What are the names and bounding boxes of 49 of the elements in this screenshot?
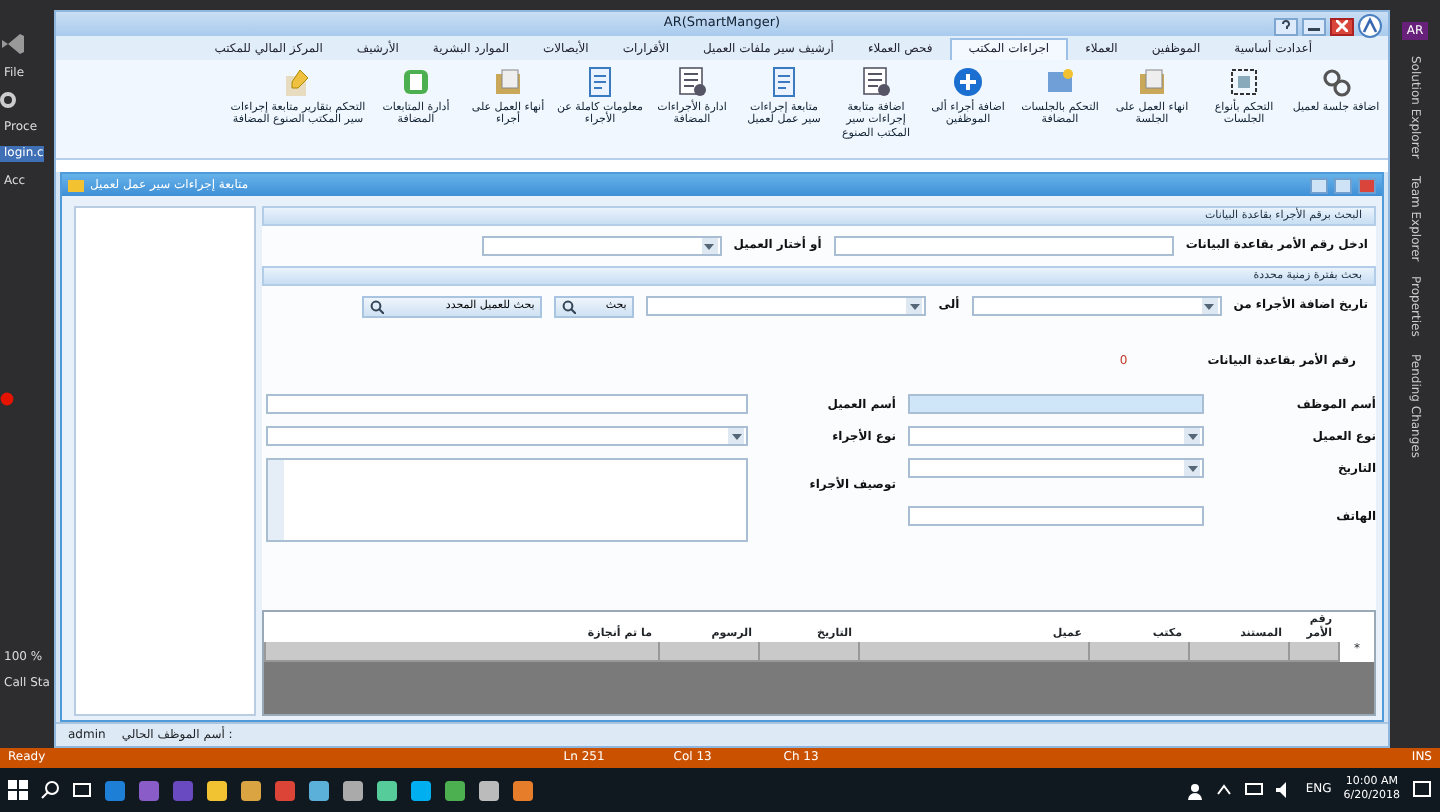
help-icon (1280, 20, 1292, 32)
minimize-button[interactable] (1302, 17, 1326, 35)
pencil-icon (282, 66, 314, 98)
caret-icon[interactable] (1215, 784, 1232, 796)
folder-icon (68, 178, 84, 192)
document-icon (584, 66, 616, 98)
app-icon[interactable] (342, 779, 364, 801)
search-icon[interactable] (40, 780, 60, 800)
frame-icon (1228, 66, 1260, 98)
app-icon[interactable] (478, 779, 500, 801)
dropdown-arrow-icon (909, 303, 920, 309)
dropdown-arrow-icon (731, 433, 741, 440)
app-icon[interactable] (444, 779, 466, 801)
app-icon[interactable] (512, 779, 534, 801)
dropdown-arrow-icon (704, 243, 715, 249)
input-field[interactable] (908, 394, 1204, 415)
plus-icon (952, 66, 984, 98)
list-icon (860, 66, 892, 98)
link-icon (1320, 66, 1352, 98)
dropdown-arrow-icon (1204, 303, 1215, 309)
document-icon (768, 66, 800, 98)
logo-icon (1358, 14, 1382, 38)
breakpoint-icon (0, 391, 14, 406)
app-icon[interactable] (410, 779, 432, 801)
search-icon (562, 299, 577, 313)
dropdown-arrow-icon (1187, 433, 1197, 440)
app-icon[interactable] (104, 779, 126, 801)
close-icon (1336, 20, 1348, 32)
input-field[interactable] (908, 506, 1204, 527)
close-button[interactable] (1330, 17, 1354, 35)
app-icon[interactable] (240, 779, 262, 801)
task-view-icon[interactable] (72, 780, 92, 800)
list-icon (676, 66, 708, 98)
gear-icon (0, 92, 16, 109)
person-icon[interactable] (1185, 781, 1204, 799)
help-button[interactable] (1274, 17, 1298, 35)
dropdown-arrow-icon (1187, 465, 1197, 472)
input-field[interactable] (266, 394, 748, 415)
app-icon[interactable] (376, 779, 398, 801)
search-icon (370, 299, 385, 313)
folder-icon (1136, 66, 1168, 98)
windows-icon[interactable] (8, 780, 28, 800)
app-icon[interactable] (206, 779, 228, 801)
folder-icon (492, 66, 524, 98)
note-icon (400, 66, 432, 98)
app-icon[interactable] (308, 779, 330, 801)
visual-studio-icon (0, 34, 24, 54)
input-field[interactable] (833, 236, 1174, 256)
board-icon (1044, 66, 1076, 98)
